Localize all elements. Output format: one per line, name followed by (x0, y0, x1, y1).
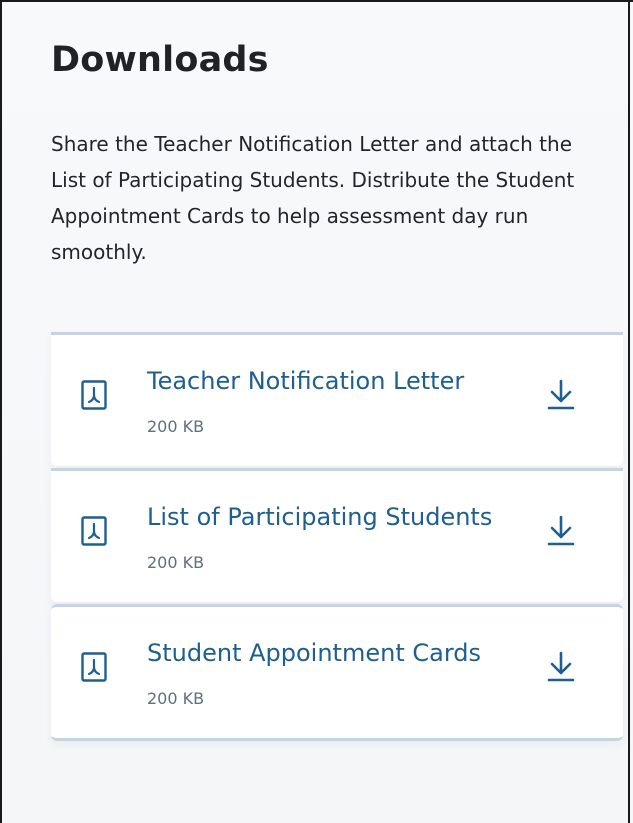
file-name[interactable]: List of Participating Students (147, 503, 492, 531)
download-item-student-appointment-cards[interactable]: Student Appointment Cards 200 KB (51, 604, 623, 741)
pdf-icon (81, 652, 107, 682)
page-title: Downloads (51, 40, 269, 80)
download-item-list-of-participating-students[interactable]: List of Participating Students 200 KB (51, 468, 623, 602)
pdf-icon (81, 516, 107, 546)
download-list: Teacher Notification Letter 200 KB List … (51, 332, 623, 743)
file-size: 200 KB (147, 689, 205, 708)
download-item-teacher-notification-letter[interactable]: Teacher Notification Letter 200 KB (51, 332, 623, 466)
frame-edge (628, 0, 630, 823)
downloads-description: Share the Teacher Notification Letter an… (51, 132, 575, 264)
file-name[interactable]: Student Appointment Cards (147, 639, 481, 667)
file-name[interactable]: Teacher Notification Letter (147, 367, 464, 395)
download-icon[interactable] (547, 651, 575, 683)
file-size: 200 KB (147, 417, 205, 436)
downloads-panel: Downloads Share the Teacher Notification… (0, 0, 633, 823)
pdf-icon (81, 380, 107, 410)
download-icon[interactable] (547, 515, 575, 547)
download-icon[interactable] (547, 379, 575, 411)
file-size: 200 KB (147, 553, 205, 572)
